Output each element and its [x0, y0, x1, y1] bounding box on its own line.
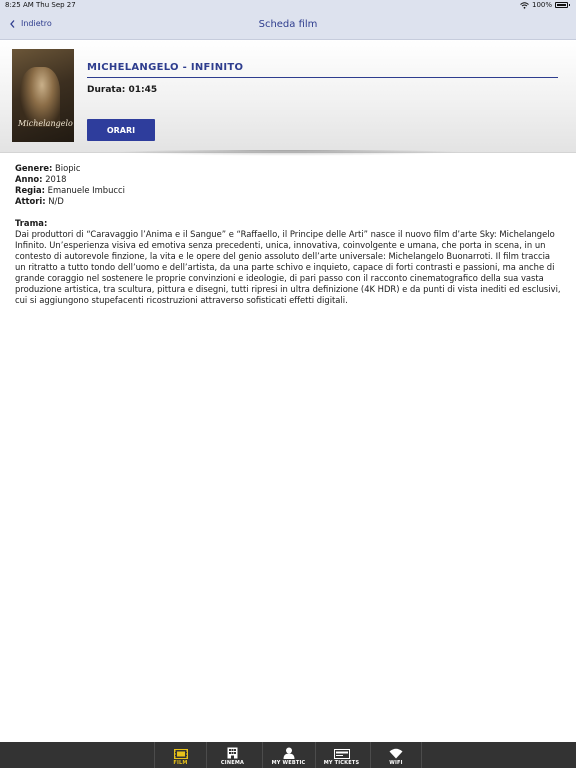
wifi-signal-icon: [520, 1, 529, 9]
genre-value: Biopic: [55, 163, 81, 173]
film-details: Genere: Biopic Anno: 2018 Regia: Emanuel…: [15, 163, 563, 306]
battery-icon: [555, 2, 570, 8]
showtimes-button[interactable]: ORARI: [87, 119, 155, 141]
poster-figure: [20, 67, 60, 127]
tab-my-webtic[interactable]: MY WEBTIC: [262, 742, 314, 768]
building-icon: [227, 747, 238, 759]
actors-value: N/D: [48, 196, 64, 206]
tab-wifi[interactable]: WIFI: [370, 742, 422, 768]
tab-my-tickets[interactable]: MY TICKETS: [315, 742, 367, 768]
poster-logo: Michelangelo: [18, 119, 73, 128]
actors-row: Attori: N/D: [15, 196, 563, 207]
status-date: Thu Sep 27: [36, 1, 76, 9]
year-value: 2018: [45, 174, 67, 184]
genre-label: Genere:: [15, 163, 53, 173]
tab-label: WIFI: [389, 760, 403, 766]
tab-cinema[interactable]: CINEMA: [206, 742, 258, 768]
navigation-bar: Indietro Scheda film: [0, 12, 576, 40]
tab-film[interactable]: FILM: [154, 742, 206, 768]
plot-text: Dai produttori di “Caravaggio l’Anima e …: [15, 229, 561, 305]
tab-label: CINEMA: [220, 760, 245, 766]
tab-label: MY TICKETS: [323, 760, 360, 766]
status-time: 8:25 AM: [5, 1, 34, 9]
ticket-icon: [333, 749, 350, 759]
status-right: 100%: [520, 1, 570, 9]
year-label: Anno:: [15, 174, 43, 184]
page-title: Scheda film: [258, 19, 318, 30]
user-icon: [283, 747, 294, 759]
status-bar: 8:25 AM Thu Sep 27 100%: [0, 0, 576, 12]
header-shadow: [100, 150, 476, 156]
film-poster: Michelangelo: [12, 49, 74, 142]
director-label: Regia:: [15, 185, 45, 195]
plot-label: Trama:: [15, 218, 48, 228]
film-title: MICHELANGELO - INFINITO: [87, 62, 558, 78]
director-row: Regia: Emanuele Imbucci: [15, 185, 563, 196]
film-header: Michelangelo MICHELANGELO - INFINITO Dur…: [0, 40, 576, 153]
genre-row: Genere: Biopic: [15, 163, 563, 174]
tab-label: FILM: [173, 760, 188, 766]
director-value: Emanuele Imbucci: [47, 185, 125, 195]
film-duration: Durata: 01:45: [87, 85, 158, 95]
year-row: Anno: 2018: [15, 174, 563, 185]
tab-bar: FILM CINEMA MY WEBTIC MY TICKETS WIFI: [0, 742, 576, 768]
actors-label: Attori:: [15, 196, 46, 206]
battery-percent: 100%: [531, 1, 552, 9]
film-icon: [173, 749, 188, 759]
tab-label: MY WEBTIC: [271, 760, 306, 766]
wifi-icon: [389, 748, 403, 759]
